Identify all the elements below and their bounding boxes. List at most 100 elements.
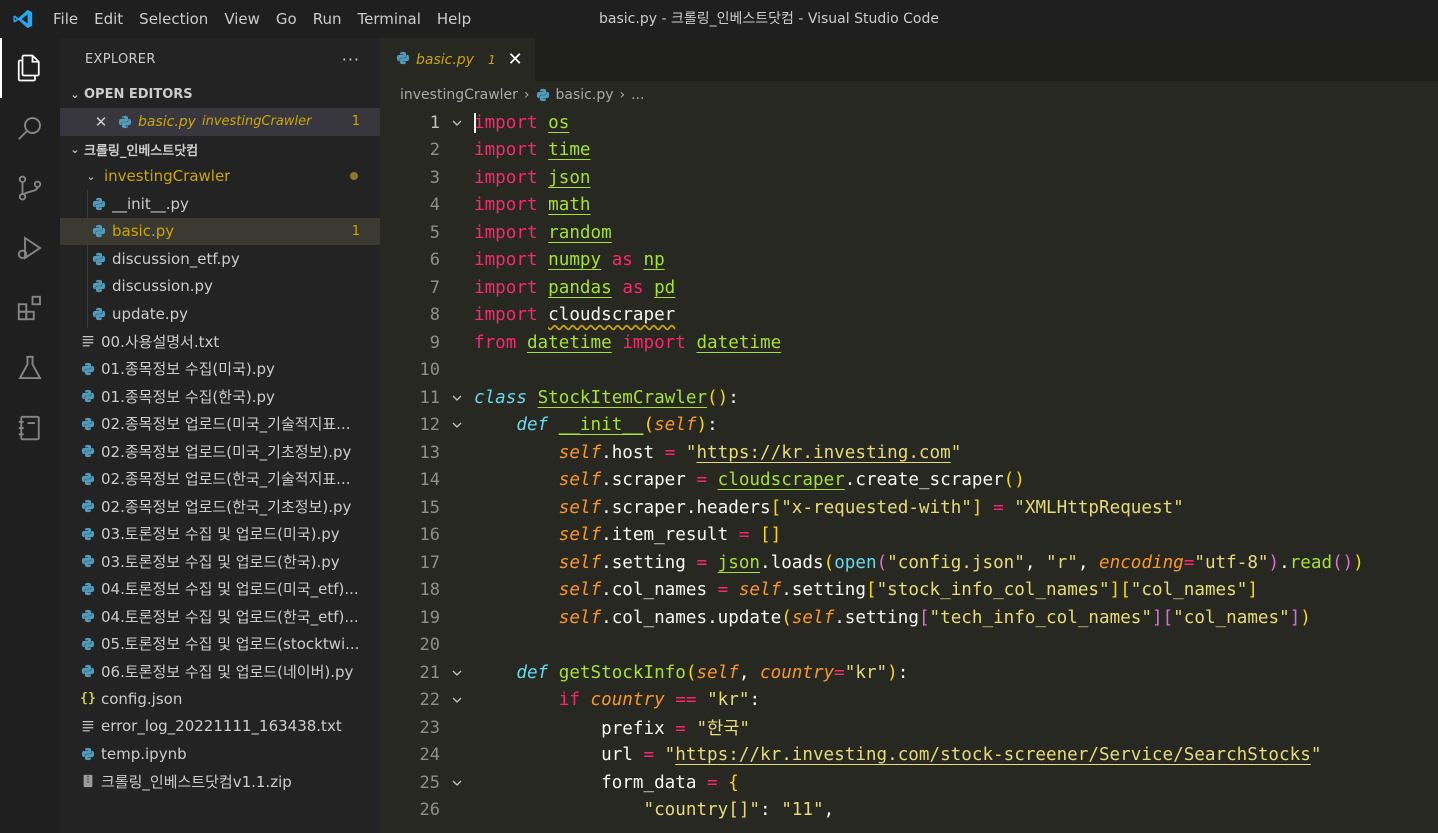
tab-basic-py[interactable]: basic.py 1 ✕ xyxy=(380,38,535,81)
fold-chevron-icon[interactable] xyxy=(440,777,474,789)
code-line[interactable]: 25 form_data = { xyxy=(380,769,1438,797)
file-item[interactable]: temp.ipynb xyxy=(60,740,380,768)
chevron-down-icon: ⌄ xyxy=(70,142,80,156)
fold-chevron-icon[interactable] xyxy=(440,694,474,706)
code-line[interactable]: 14 self.scraper = cloudscraper.create_sc… xyxy=(380,467,1438,495)
workspace-section[interactable]: ⌄ 크롤링_인베스트닷컴 xyxy=(60,136,380,163)
fold-chevron-icon[interactable] xyxy=(440,117,474,129)
code-line[interactable]: 8 import cloudscraper xyxy=(380,302,1438,330)
explorer-icon[interactable] xyxy=(0,38,60,98)
menu-view[interactable]: View xyxy=(217,0,267,38)
file-label: 02.종목정보 업로드(한국_기술적지표... xyxy=(101,470,351,489)
tab-label: basic.py xyxy=(416,51,474,68)
fold-chevron-icon[interactable] xyxy=(440,667,474,679)
code-line[interactable]: 2 import time xyxy=(380,137,1438,165)
close-icon[interactable]: ✕ xyxy=(508,49,523,70)
code-line[interactable]: 1 import os xyxy=(380,109,1438,137)
code-line[interactable]: 21 def getStockInfo(self, country="kr"): xyxy=(380,659,1438,687)
file-item[interactable]: 02.종목정보 업로드(한국_기술적지표... xyxy=(60,465,380,493)
extensions-icon[interactable] xyxy=(0,278,60,338)
code-line[interactable]: 18 self.col_names = self.setting["stock_… xyxy=(380,577,1438,605)
code-line[interactable]: 19 self.col_names.update(self.setting["t… xyxy=(380,604,1438,632)
file-item[interactable]: discussion_etf.py xyxy=(60,245,380,273)
file-item[interactable]: __init__.py xyxy=(60,190,380,218)
line-number: 1 xyxy=(429,112,440,133)
menu-help[interactable]: Help xyxy=(430,0,478,38)
notebook-icon[interactable] xyxy=(0,398,60,458)
breadcrumb-symbol[interactable]: ... xyxy=(631,87,644,103)
open-editors-label: OPEN EDITORS xyxy=(84,87,193,102)
file-item[interactable]: 06.토론정보 수집 및 업로드(네이버).py xyxy=(60,658,380,686)
code-line[interactable]: 10 xyxy=(380,357,1438,385)
file-item[interactable]: 01.종목정보 수집(한국).py xyxy=(60,383,380,411)
code-line[interactable]: 13 self.host = "https://kr.investing.com… xyxy=(380,439,1438,467)
code-line[interactable]: 7 import pandas as pd xyxy=(380,274,1438,302)
line-number: 15 xyxy=(419,497,440,518)
line-number: 24 xyxy=(419,745,440,766)
file-item[interactable]: 02.종목정보 업로드(한국_기초정보).py xyxy=(60,493,380,521)
file-item[interactable]: update.py xyxy=(60,300,380,328)
code-line[interactable]: 11 class StockItemCrawler(): xyxy=(380,384,1438,412)
file-item[interactable]: 02.종목정보 업로드(미국_기초정보).py xyxy=(60,438,380,466)
open-editors-section[interactable]: ⌄ OPEN EDITORS xyxy=(60,81,380,108)
python-file-icon xyxy=(88,279,110,293)
testing-icon[interactable] xyxy=(0,338,60,398)
menu-edit[interactable]: Edit xyxy=(87,0,130,38)
code-line[interactable]: 6 import numpy as np xyxy=(380,247,1438,275)
file-item[interactable]: 00.사용설명서.txt xyxy=(60,328,380,356)
code-line[interactable]: 4 import math xyxy=(380,192,1438,220)
code-line[interactable]: 22 if country == "kr": xyxy=(380,687,1438,715)
code-line[interactable]: 26 "country[]": "11", xyxy=(380,797,1438,825)
menu-run[interactable]: Run xyxy=(306,0,349,38)
file-item[interactable]: discussion.py xyxy=(60,273,380,301)
menu-terminal[interactable]: Terminal xyxy=(351,0,428,38)
breadcrumb-file[interactable]: basic.py xyxy=(556,87,614,103)
file-label: 06.토론정보 수집 및 업로드(네이버).py xyxy=(101,662,354,681)
fold-chevron-icon[interactable] xyxy=(440,392,474,404)
code-line[interactable]: 20 xyxy=(380,632,1438,660)
file-item-selected[interactable]: basic.py 1 xyxy=(60,217,380,245)
code-line[interactable]: 15 self.scraper.headers["x-requested-wit… xyxy=(380,494,1438,522)
menu-go[interactable]: Go xyxy=(269,0,304,38)
file-item[interactable]: 05.토론정보 수집 및 업로드(stocktwi... xyxy=(60,630,380,658)
python-file-icon xyxy=(77,527,99,541)
open-editor-item[interactable]: ✕ basic.py investingCrawler 1 xyxy=(60,108,380,136)
search-icon[interactable] xyxy=(0,98,60,158)
file-item[interactable]: 04.토론정보 수집 및 업로드(미국_etf)... xyxy=(60,575,380,603)
folder-investingcrawler[interactable]: ⌄ investingCrawler xyxy=(60,163,380,191)
line-number: 26 xyxy=(419,800,440,821)
menu-file[interactable]: File xyxy=(46,0,85,38)
more-actions-icon[interactable]: ··· xyxy=(342,50,360,69)
fold-chevron-icon[interactable] xyxy=(440,419,474,431)
file-item[interactable]: 04.토론정보 수집 및 업로드(한국_etf)... xyxy=(60,603,380,631)
source-control-icon[interactable] xyxy=(0,158,60,218)
file-item[interactable]: error_log_20221111_163438.txt xyxy=(60,713,380,741)
code-text: url = "https://kr.investing.com/stock-sc… xyxy=(601,745,1322,766)
code-line[interactable]: 9 from datetime import datetime xyxy=(380,329,1438,357)
file-item[interactable]: 01.종목정보 수집(미국).py xyxy=(60,355,380,383)
code-line[interactable]: 23 prefix = "한국" xyxy=(380,714,1438,742)
file-item[interactable]: {} config.json xyxy=(60,685,380,713)
code-line[interactable]: 5 import random xyxy=(380,219,1438,247)
file-item[interactable]: 02.종목정보 업로드(미국_기술적지표... xyxy=(60,410,380,438)
file-label: basic.py xyxy=(112,222,175,241)
code-editor[interactable]: 1 import os 2 import time 3 import json 4 impor… xyxy=(380,109,1438,824)
code-text: import cloudscraper xyxy=(474,305,676,326)
file-item[interactable]: 03.토론정보 수집 및 업로드(미국).py xyxy=(60,520,380,548)
code-line[interactable]: 16 self.item_result = [] xyxy=(380,522,1438,550)
python-file-icon xyxy=(77,444,99,458)
file-item[interactable]: 크롤링_인베스트닷컴v1.1.zip xyxy=(60,768,380,796)
code-text: import os xyxy=(474,112,570,133)
file-label: 크롤링_인베스트닷컴v1.1.zip xyxy=(101,772,292,791)
code-line[interactable]: 12 def __init__(self): xyxy=(380,412,1438,440)
run-debug-icon[interactable] xyxy=(0,218,60,278)
line-number: 23 xyxy=(419,717,440,738)
code-line[interactable]: 24 url = "https://kr.investing.com/stock… xyxy=(380,742,1438,770)
close-icon[interactable]: ✕ xyxy=(90,113,112,131)
file-item[interactable]: 03.토론정보 수집 및 업로드(한국).py xyxy=(60,548,380,576)
line-number: 21 xyxy=(419,662,440,683)
code-line[interactable]: 3 import json xyxy=(380,164,1438,192)
code-line[interactable]: 17 self.setting = json.loads(open("confi… xyxy=(380,549,1438,577)
menu-selection[interactable]: Selection xyxy=(132,0,215,38)
breadcrumb-folder[interactable]: investingCrawler xyxy=(400,87,518,103)
